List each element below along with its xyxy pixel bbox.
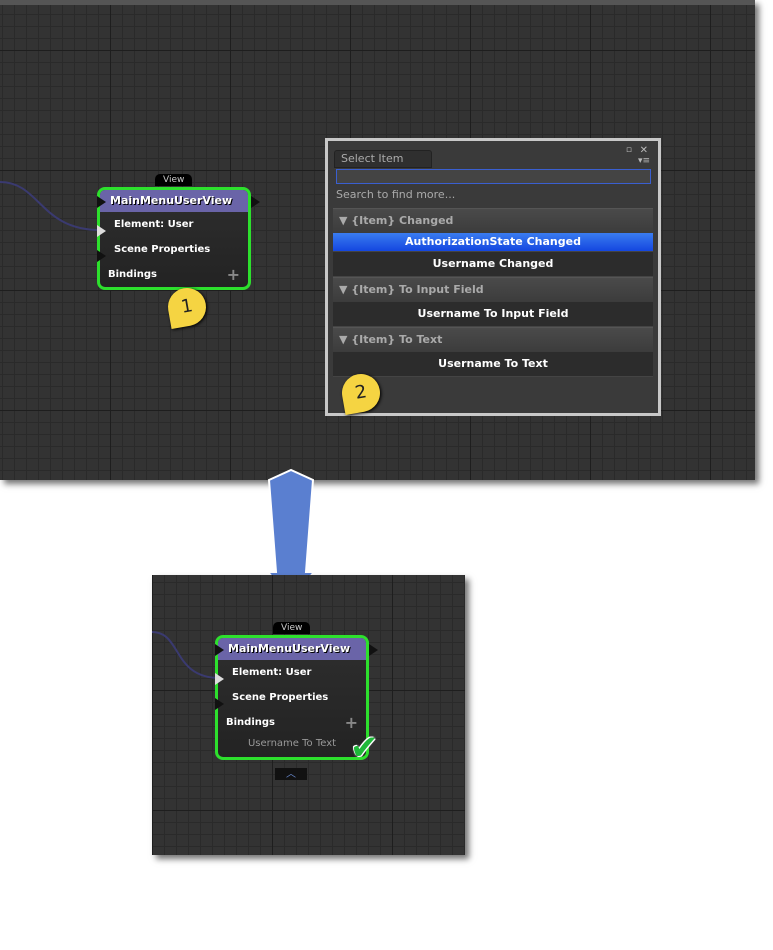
bindings-label: Bindings <box>108 269 157 280</box>
input-port-icon[interactable] <box>215 644 224 656</box>
scene-port-icon[interactable] <box>215 698 224 710</box>
list-item-username-changed[interactable]: Username Changed <box>333 252 653 277</box>
node-title: MainMenuUserView <box>100 190 248 212</box>
node-type-tag: View <box>273 622 311 634</box>
input-port-icon[interactable] <box>97 196 106 208</box>
element-port-icon[interactable] <box>215 673 224 685</box>
bindings-label: Bindings <box>226 717 275 728</box>
group-item-to-text[interactable]: ▼ {Item} To Text <box>333 327 653 352</box>
scene-properties-port[interactable]: Scene Properties <box>218 685 366 710</box>
scene-port-icon[interactable] <box>97 250 106 262</box>
list-item-username-to-input-field[interactable]: Username To Input Field <box>333 302 653 327</box>
add-binding-button[interactable]: + <box>227 262 240 287</box>
connection-wire <box>152 631 221 679</box>
select-item-tab[interactable]: Select Item <box>334 150 432 168</box>
restore-icon[interactable]: ▫ <box>626 145 632 155</box>
collapse-button[interactable]: ︿ <box>275 768 307 780</box>
menu-icon[interactable]: ▾≡ <box>638 156 650 166</box>
bindings-row: Bindings + <box>100 262 248 287</box>
main-menu-user-view-node-result[interactable]: MainMenuUserView Element: User Scene Pro… <box>215 635 369 760</box>
select-item-popup: Select Item ▫ ✕ ▾≡ Search to find more..… <box>325 138 661 416</box>
main-menu-user-view-node[interactable]: MainMenuUserView Element: User Scene Pro… <box>97 187 251 290</box>
check-icon: ✔ <box>350 728 379 768</box>
search-hint: Search to find more... <box>336 188 456 201</box>
search-input[interactable] <box>336 169 651 184</box>
canvas-top-bar <box>0 0 755 5</box>
node-type-tag: View <box>155 174 193 186</box>
connection-wire <box>0 181 100 231</box>
output-port-icon[interactable] <box>369 644 378 656</box>
group-item-to-input-field[interactable]: ▼ {Item} To Input Field <box>333 277 653 302</box>
element-user-port[interactable]: Element: User <box>218 660 366 685</box>
output-port-icon[interactable] <box>251 196 260 208</box>
close-icon[interactable]: ✕ <box>640 145 648 156</box>
element-user-port[interactable]: Element: User <box>100 212 248 237</box>
binding-item[interactable]: Username To Text <box>218 735 366 757</box>
item-list: ▼ {Item} Changed AuthorizationState Chan… <box>333 208 653 377</box>
node-title: MainMenuUserView <box>218 638 366 660</box>
element-port-icon[interactable] <box>97 225 106 237</box>
bindings-row: Bindings + <box>218 710 366 735</box>
group-item-changed[interactable]: ▼ {Item} Changed <box>333 208 653 233</box>
list-item-username-to-text[interactable]: Username To Text <box>333 352 653 377</box>
scene-properties-port[interactable]: Scene Properties <box>100 237 248 262</box>
list-item-authorizationstate-changed[interactable]: AuthorizationState Changed <box>333 233 653 252</box>
